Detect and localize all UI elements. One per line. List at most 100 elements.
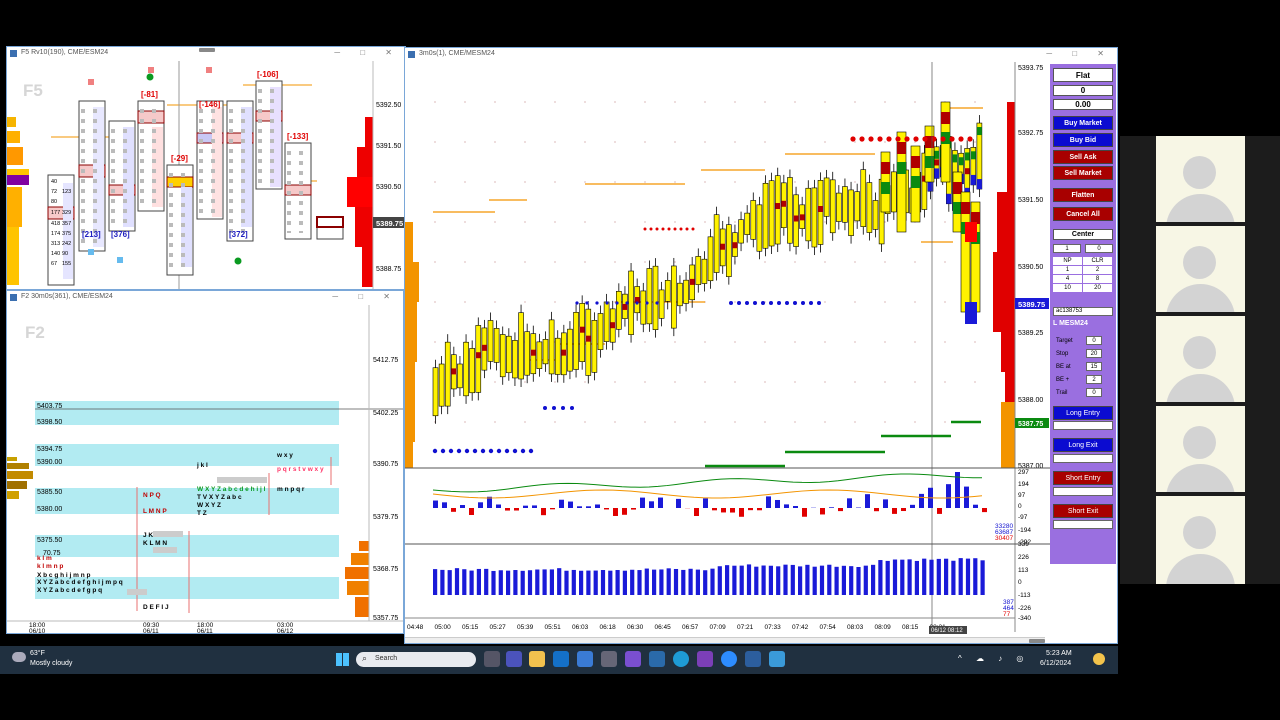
qty-secondary[interactable]: 0	[1085, 244, 1113, 253]
search-box[interactable]: ⌕ Search	[356, 652, 476, 667]
candle-marker	[970, 151, 976, 160]
clock-time[interactable]: 5:23 AM	[1046, 650, 1072, 657]
volume-bar	[564, 570, 569, 595]
volume-bar	[542, 569, 547, 595]
grid-dot	[524, 221, 526, 223]
long-entry-select[interactable]	[1053, 421, 1113, 430]
volume-bar	[863, 565, 868, 595]
qty-spinner[interactable]: 1	[1053, 244, 1081, 253]
be-plus-input[interactable]: 2	[1086, 375, 1102, 384]
weather-desc[interactable]: Mostly cloudy	[30, 660, 72, 667]
be-at-input[interactable]: 15	[1086, 362, 1102, 371]
candle-marker	[964, 168, 970, 175]
osc-bar	[550, 508, 555, 510]
flatten-button[interactable]: Flatten	[1053, 188, 1113, 202]
grid-dot	[584, 181, 586, 183]
candlestick-chart[interactable]: 5393.75 5392.75 5391.50 5390.50 5389.25 …	[405, 62, 1051, 644]
task-view-icon[interactable]	[484, 651, 500, 667]
sell-ask-button[interactable]: Sell Ask	[1053, 150, 1113, 164]
zoom-icon[interactable]	[721, 651, 737, 667]
start-icon[interactable]	[336, 653, 349, 666]
qty-10-button[interactable]: 10	[1053, 284, 1082, 292]
main-chart-window[interactable]: 3m0s(1), CME/MESM24 ─ □ ✕ 5393.75 5392.7…	[404, 47, 1118, 644]
blue-dot	[570, 406, 574, 410]
long-exit-select[interactable]	[1053, 454, 1113, 463]
fp-num: 177	[51, 210, 60, 216]
app-icon-purple[interactable]	[625, 651, 641, 667]
store-icon[interactable]	[577, 651, 593, 667]
candle-marker	[881, 162, 890, 174]
volume-bar	[907, 559, 912, 595]
time-axis: 04:48 05:00 05:15 05:27 05:39 05:51 06:03 06:18…	[407, 624, 946, 631]
center-button[interactable]: Center	[1053, 229, 1113, 240]
f5-chart-window[interactable]: F5 Rv10(190), CME/ESM24 ─ □ ✕ F5 40 72 8…	[6, 46, 406, 290]
grid-dot	[764, 381, 766, 383]
qty-np-button[interactable]: NP	[1053, 257, 1082, 265]
media-icon[interactable]	[649, 651, 665, 667]
osc-bar	[631, 508, 636, 510]
long-entry-button[interactable]: Long Entry	[1053, 406, 1113, 420]
short-entry-button[interactable]: Short Entry	[1053, 471, 1113, 485]
svg-text:5390.00: 5390.00	[37, 459, 62, 466]
stop-input[interactable]: 20	[1086, 349, 1102, 358]
weather-icon[interactable]	[12, 652, 26, 662]
volume-bar	[608, 570, 613, 595]
grid-dot	[974, 141, 976, 143]
notification-icon[interactable]	[1093, 653, 1105, 665]
edge-icon[interactable]	[673, 651, 689, 667]
candle-marker	[946, 193, 952, 204]
osc-bar	[775, 499, 780, 508]
f2-chart-window[interactable]: F2 30m0s(361), CME/ESM24 ─ □ ✕ F2 5403.7…	[6, 290, 404, 634]
weather-temp[interactable]: 63°F	[30, 650, 45, 657]
fp-num: 313	[51, 241, 60, 247]
window-controls[interactable]: ─ □ ✕	[1046, 49, 1113, 58]
volume-bars	[433, 558, 985, 595]
teams-icon[interactable]	[506, 651, 522, 667]
tpo-chart[interactable]: 5403.75 5398.50 5394.75 5390.00 5385.50 …	[7, 291, 404, 634]
volume-bar	[681, 569, 686, 595]
fp-num: 72	[51, 189, 57, 195]
horizontal-scrollbar[interactable]	[7, 47, 405, 54]
buy-bid-button[interactable]: Buy Bid	[1053, 133, 1113, 147]
qty-clr-button[interactable]: CLR	[1083, 257, 1112, 265]
short-exit-select[interactable]	[1053, 520, 1113, 529]
blue-dot	[480, 448, 486, 454]
fp-num: 418	[51, 221, 60, 227]
volume-bar	[849, 566, 854, 595]
delta-label: [-81]	[141, 90, 158, 99]
target-input[interactable]: 0	[1086, 336, 1102, 345]
horizontal-scrollbar[interactable]	[405, 637, 1045, 643]
long-exit-button[interactable]: Long Exit	[1053, 438, 1113, 452]
qty-8-button[interactable]: 8	[1083, 275, 1112, 283]
cancel-all-button[interactable]: Cancel All	[1053, 207, 1113, 221]
candle-marker	[451, 368, 457, 375]
scroll-thumb[interactable]	[1029, 639, 1045, 643]
right-volume-profile	[347, 117, 373, 287]
qty-4-button[interactable]: 4	[1053, 275, 1082, 283]
footprint-chart[interactable]: 40 72 80 123 177 329 418 357 174 375 313…	[7, 47, 406, 290]
grid-dot	[704, 381, 706, 383]
sell-market-button[interactable]: Sell Market	[1053, 166, 1113, 180]
candle-body	[469, 348, 475, 394]
buy-market-button[interactable]: Buy Market	[1053, 116, 1113, 130]
qty-2-button[interactable]: 2	[1083, 266, 1112, 274]
tool-icon[interactable]	[769, 651, 785, 667]
account-select[interactable]: ac138753	[1053, 307, 1113, 316]
volume-bar	[805, 564, 810, 595]
grid-dot	[554, 221, 556, 223]
clock-date[interactable]: 6/12/2024	[1040, 660, 1071, 667]
short-entry-select[interactable]	[1053, 487, 1113, 496]
short-exit-button[interactable]: Short Exit	[1053, 504, 1113, 518]
qty-1-button[interactable]: 1	[1053, 266, 1082, 274]
file-explorer-icon[interactable]	[529, 651, 545, 667]
system-tray[interactable]: ^ ☁ ♪ ◎	[958, 654, 1029, 663]
outlook-icon[interactable]	[553, 651, 569, 667]
qty-20-button[interactable]: 20	[1083, 284, 1112, 292]
visual-studio-icon[interactable]	[697, 651, 713, 667]
trading-app-icon[interactable]	[745, 651, 761, 667]
title-bar[interactable]: 3m0s(1), CME/MESM24 ─ □ ✕	[405, 48, 1117, 62]
grid-dot	[554, 421, 556, 423]
scroll-thumb[interactable]	[199, 48, 215, 52]
trail-input[interactable]: 0	[1086, 388, 1102, 397]
settings-icon[interactable]	[601, 651, 617, 667]
